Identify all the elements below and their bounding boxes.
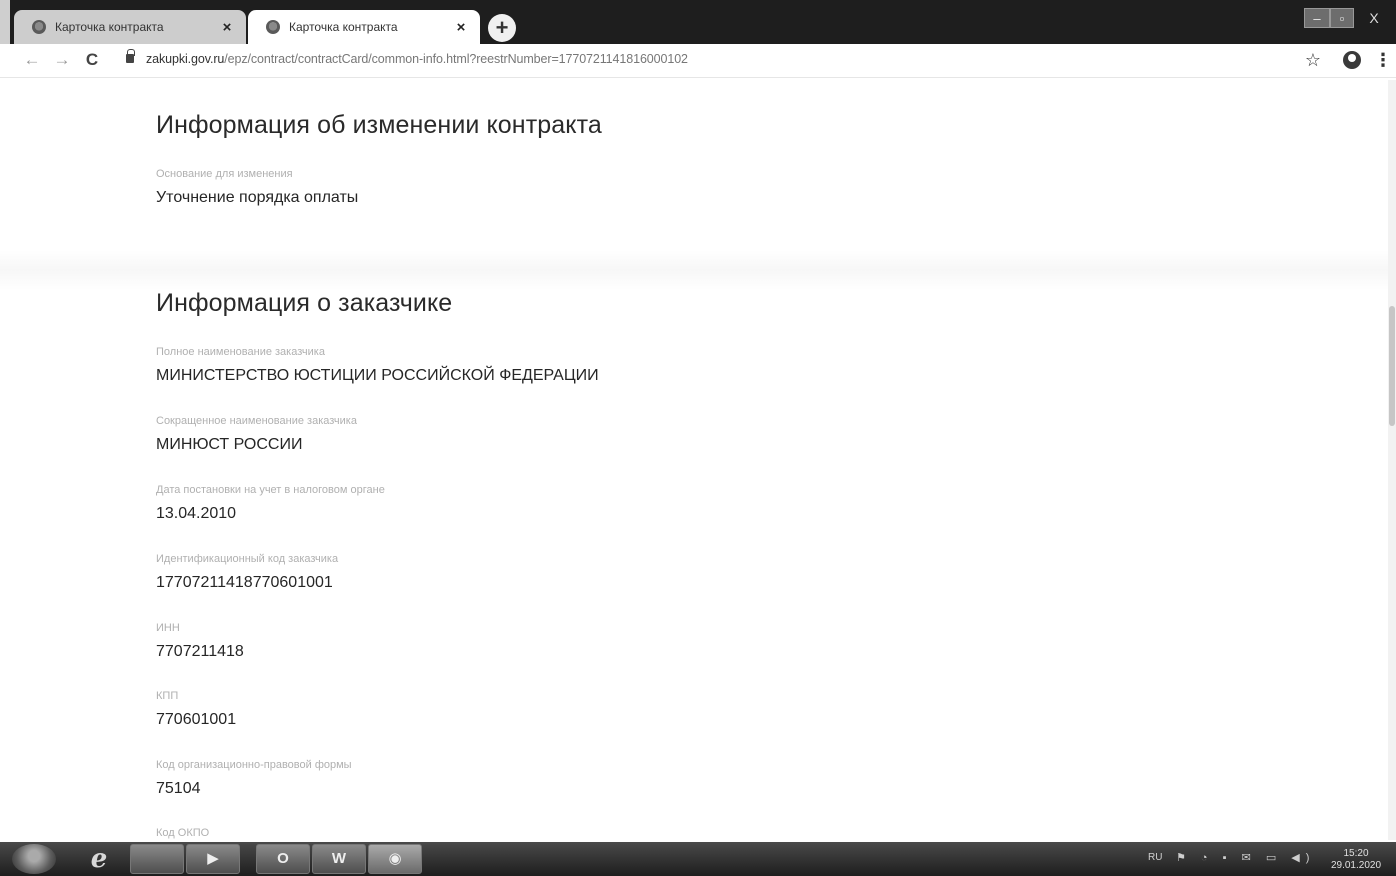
clock-time: 15:20 [1343, 848, 1369, 859]
tab-close-icon[interactable]: × [452, 19, 470, 36]
clock-date: 29.01.2020 [1330, 860, 1382, 871]
okopf-code-label: Код организационно-правовой формы [156, 759, 352, 771]
address-bar[interactable]: zakupki.gov.ru/epz/contract/contractCard… [146, 52, 688, 66]
scrollbar-thumb[interactable] [1389, 306, 1395, 426]
section-divider [0, 250, 1396, 290]
new-tab-button[interactable]: + [488, 14, 516, 42]
customer-id-code-label: Идентификационный код заказчика [156, 553, 339, 565]
tab-title: Карточка контракта [289, 20, 398, 34]
file-explorer-icon[interactable] [130, 844, 184, 874]
inn-value: 7707211418 [156, 643, 244, 660]
system-clock[interactable]: 15:20 29.01.2020 [1326, 848, 1386, 872]
system-tray-icons[interactable]: ⚑ ◔ ▪ ✉ ▭ ◀) [1176, 851, 1315, 864]
page-scrollbar[interactable] [1388, 80, 1396, 840]
okopf-code-value: 75104 [156, 780, 201, 797]
language-indicator[interactable]: RU [1148, 852, 1162, 863]
browser-menu-icon[interactable]: ⋮ [1372, 49, 1394, 71]
browser-chrome: Карточка контракта × Карточка контракта … [0, 0, 1396, 80]
close-window-button[interactable]: X [1356, 8, 1392, 28]
url-host: zakupki.gov.ru [146, 52, 225, 66]
lock-icon[interactable] [126, 49, 135, 63]
word-icon[interactable]: W [312, 844, 366, 874]
internet-explorer-icon[interactable]: e [72, 844, 126, 874]
change-reason-label: Основание для изменения [156, 168, 293, 180]
tab-strip: Карточка контракта × Карточка контракта … [0, 0, 1396, 44]
emblem-favicon-icon [32, 20, 46, 34]
customer-full-name-label: Полное наименование заказчика [156, 346, 325, 358]
browser-toolbar: ← → C zakupki.gov.ru/epz/contract/contra… [0, 44, 1396, 78]
okpo-code-label: Код ОКПО [156, 827, 210, 839]
windows-taskbar: e ▶ O W ◉ RU ⚑ ◔ ▪ ✉ ▭ ◀) 15:20 29.01.20… [0, 842, 1396, 876]
customer-info-heading: Информация о заказчике [156, 289, 453, 317]
customer-short-name-value: МИНЮСТ РОССИИ [156, 436, 303, 453]
reload-icon[interactable]: C [80, 48, 104, 72]
tab-close-icon[interactable]: × [218, 19, 236, 36]
tax-registration-date-value: 13.04.2010 [156, 505, 237, 522]
kpp-label: КПП [156, 690, 179, 702]
tab-title: Карточка контракта [55, 20, 164, 34]
forward-arrow-icon[interactable]: → [50, 48, 74, 72]
tab-contract-card-1[interactable]: Карточка контракта × [14, 10, 246, 44]
profile-avatar-icon[interactable] [1341, 49, 1363, 71]
minimize-button[interactable]: – [1304, 8, 1330, 28]
back-arrow-icon[interactable]: ← [20, 48, 44, 72]
change-info-heading: Информация об изменении контракта [156, 111, 602, 139]
bookmark-star-icon[interactable]: ☆ [1302, 49, 1324, 71]
inn-label: ИНН [156, 622, 180, 634]
start-button[interactable] [12, 844, 56, 874]
change-reason-value: Уточнение порядка оплаты [156, 189, 359, 206]
kpp-value: 770601001 [156, 711, 237, 728]
outlook-icon[interactable]: O [256, 844, 310, 874]
customer-short-name-label: Сокращенное наименование заказчика [156, 415, 357, 427]
chrome-icon[interactable]: ◉ [368, 844, 422, 874]
tax-registration-date-label: Дата постановки на учет в налоговом орга… [156, 484, 385, 496]
customer-id-code-value: 17707211418770601001 [156, 574, 333, 591]
customer-full-name-value: МИНИСТЕРСТВО ЮСТИЦИИ РОССИЙСКОЙ ФЕДЕРАЦИ… [156, 367, 599, 384]
url-path: /epz/contract/contractCard/common-info.h… [224, 52, 688, 66]
page-content: Информация об изменении контракта Основа… [0, 80, 1396, 842]
tab-contract-card-2[interactable]: Карточка контракта × [248, 10, 480, 44]
emblem-favicon-icon [266, 20, 280, 34]
media-player-icon[interactable]: ▶ [186, 844, 240, 874]
tab-strip-edge [0, 0, 10, 44]
maximize-button[interactable]: ▫ [1330, 8, 1354, 28]
